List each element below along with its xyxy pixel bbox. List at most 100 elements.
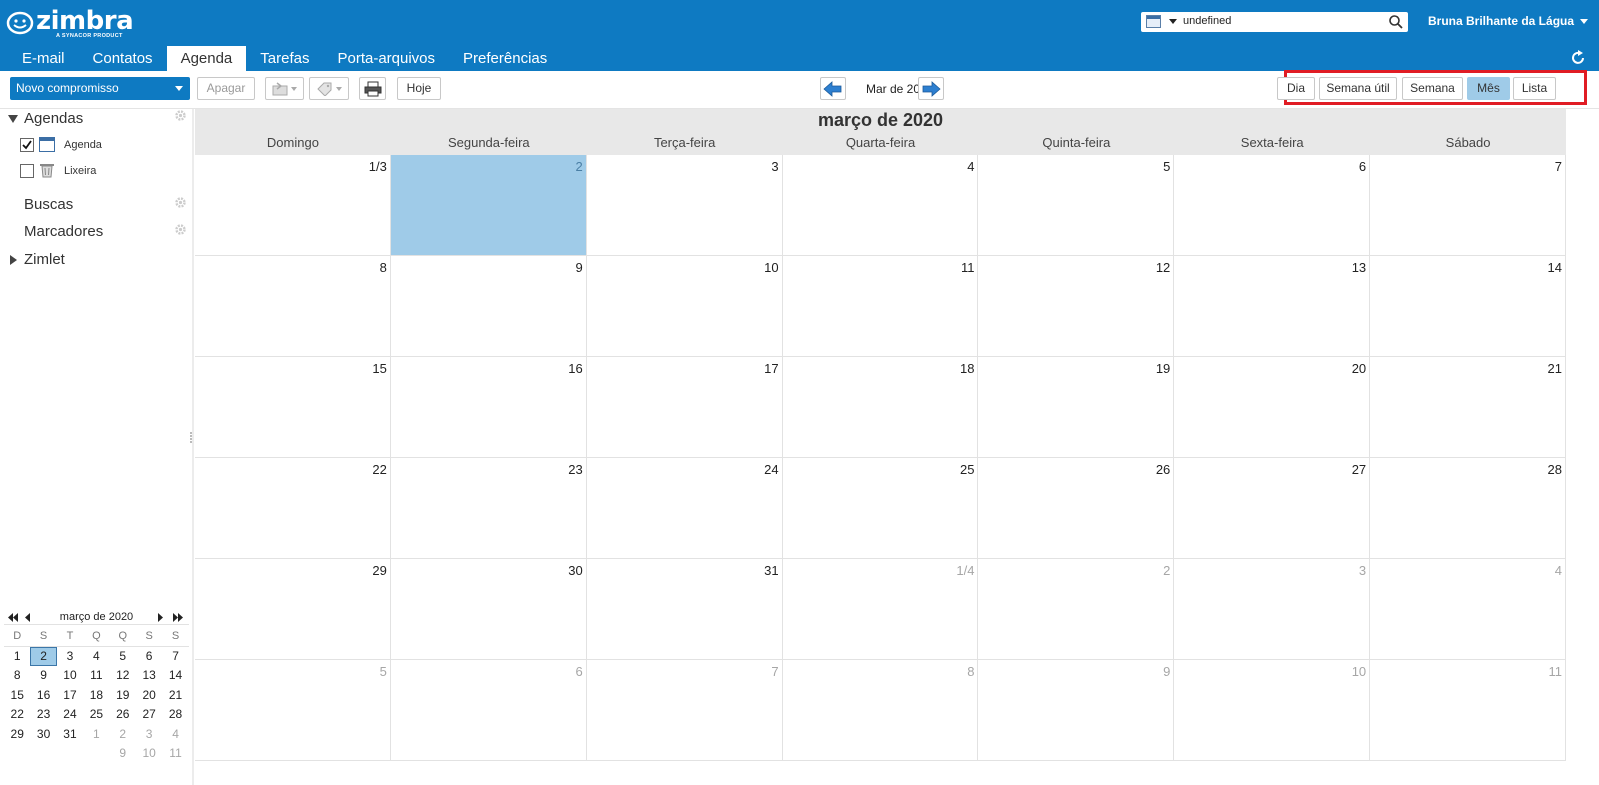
tags-section-header[interactable]: Marcadores	[0, 222, 192, 244]
day-cell[interactable]: 29	[195, 559, 391, 659]
mini-calendar-day[interactable]: 29	[4, 725, 30, 745]
mini-calendar-day[interactable]: 16	[30, 686, 56, 706]
day-cell[interactable]: 17	[587, 357, 783, 457]
day-cell-other-month[interactable]: 8	[783, 660, 979, 760]
day-cell[interactable]: 1/3	[195, 155, 391, 255]
tab-email[interactable]: E-mail	[0, 46, 79, 71]
day-cell-today[interactable]: 2	[390, 155, 587, 255]
mini-calendar-day[interactable]: 14	[162, 666, 188, 686]
calendar-item-trash[interactable]: Lixeira	[20, 162, 190, 180]
mini-calendar-day[interactable]: 2	[110, 725, 136, 745]
day-cell[interactable]: 28	[1370, 458, 1567, 558]
gear-icon[interactable]	[174, 196, 187, 209]
mini-calendar-day[interactable]: 1	[4, 647, 30, 667]
day-cell[interactable]: 3	[587, 155, 783, 255]
mini-calendar-day[interactable]: 31	[57, 725, 83, 745]
user-menu-caret-icon[interactable]	[1580, 19, 1588, 24]
day-cell-other-month[interactable]: 9	[978, 660, 1175, 760]
day-cell-other-month[interactable]: 5	[195, 660, 391, 760]
view-workweek-button[interactable]: Semana útil	[1319, 77, 1397, 100]
mini-calendar-day[interactable]: 27	[136, 705, 162, 725]
day-cell[interactable]: 25	[783, 458, 979, 558]
mini-calendar-day[interactable]: 26	[110, 705, 136, 725]
next-month-icon[interactable]	[156, 613, 164, 622]
user-menu[interactable]: Bruna Brilhante da Lágua	[1428, 14, 1574, 28]
day-cell[interactable]: 15	[195, 357, 391, 457]
day-cell[interactable]: 18	[783, 357, 979, 457]
day-cell[interactable]: 6	[1174, 155, 1371, 255]
day-cell[interactable]: 14	[1370, 256, 1567, 356]
day-cell-other-month[interactable]: 3	[1174, 559, 1371, 659]
day-cell[interactable]: 20	[1174, 357, 1371, 457]
expand-icon[interactable]	[10, 255, 17, 265]
resize-grip-icon[interactable]	[189, 431, 193, 445]
agenda-checkbox[interactable]	[20, 138, 34, 152]
tab-preferences[interactable]: Preferências	[449, 46, 561, 71]
next-month-button[interactable]	[918, 77, 944, 100]
zimbra-logo[interactable]: zimbra A SYNACOR PRODUCT	[6, 6, 136, 39]
day-cell[interactable]: 11	[783, 256, 979, 356]
day-cell[interactable]: 5	[978, 155, 1175, 255]
sidebar-splitter[interactable]	[192, 109, 194, 785]
day-cell[interactable]: 4	[783, 155, 979, 255]
day-cell[interactable]: 30	[391, 559, 587, 659]
chevron-down-icon[interactable]	[175, 86, 183, 91]
day-cell-other-month[interactable]: 4	[1370, 559, 1567, 659]
next-year-icon[interactable]	[172, 613, 184, 622]
gear-icon[interactable]	[174, 109, 187, 122]
mini-calendar-day[interactable]: 21	[162, 686, 188, 706]
mini-calendar-day[interactable]: 3	[57, 647, 83, 667]
mini-calendar-day[interactable]: 3	[136, 725, 162, 745]
searches-section-header[interactable]: Buscas	[0, 195, 192, 217]
mini-calendar-day[interactable]: 5	[110, 647, 136, 667]
day-cell[interactable]: 22	[195, 458, 391, 558]
mini-calendar-day[interactable]: 28	[162, 705, 188, 725]
day-cell-other-month[interactable]: 11	[1370, 660, 1567, 760]
day-cell[interactable]: 7	[1370, 155, 1567, 255]
mini-calendar-day[interactable]: 9	[30, 666, 56, 686]
day-cell[interactable]: 8	[195, 256, 391, 356]
day-cell-other-month[interactable]: 1/4	[783, 559, 979, 659]
view-day-button[interactable]: Dia	[1277, 77, 1315, 100]
day-cell[interactable]: 9	[391, 256, 587, 356]
mini-calendar-day[interactable]: 18	[83, 686, 109, 706]
mini-calendar-day[interactable]: 10	[57, 666, 83, 686]
mini-calendar-day[interactable]: 20	[136, 686, 162, 706]
mini-calendar-day[interactable]: 4	[83, 647, 109, 667]
mini-calendar-day[interactable]: 8	[4, 666, 30, 686]
mini-calendar-day[interactable]: 19	[110, 686, 136, 706]
mini-calendar-day[interactable]: 11	[162, 744, 188, 764]
previous-month-button[interactable]	[820, 77, 846, 100]
mini-calendar-day[interactable]: 24	[57, 705, 83, 725]
mini-calendar-day[interactable]	[83, 744, 109, 764]
day-cell-other-month[interactable]: 2	[978, 559, 1175, 659]
refresh-icon[interactable]	[1569, 49, 1587, 67]
tag-button[interactable]	[309, 77, 349, 100]
day-cell-other-month[interactable]: 7	[587, 660, 783, 760]
day-cell[interactable]: 26	[978, 458, 1175, 558]
mini-calendar-day[interactable]: 6	[136, 647, 162, 667]
day-cell[interactable]: 24	[587, 458, 783, 558]
tab-calendar[interactable]: Agenda	[166, 46, 247, 71]
search-input[interactable]: undefined	[1183, 15, 1231, 27]
day-cell[interactable]: 19	[978, 357, 1175, 457]
mini-calendar-day[interactable]: 30	[30, 725, 56, 745]
delete-button[interactable]: Apagar	[197, 77, 255, 100]
view-list-button[interactable]: Lista	[1513, 77, 1556, 100]
calendar-item-agenda[interactable]: Agenda	[20, 136, 190, 154]
mini-calendar-day[interactable]: 9	[110, 744, 136, 764]
day-cell[interactable]: 13	[1174, 256, 1371, 356]
day-cell[interactable]: 12	[978, 256, 1175, 356]
mini-calendar-day[interactable]: 11	[83, 666, 109, 686]
mini-calendar-day[interactable]: 4	[162, 725, 188, 745]
trash-checkbox[interactable]	[20, 164, 34, 178]
print-button[interactable]	[359, 77, 386, 100]
mini-calendar-day[interactable]: 12	[110, 666, 136, 686]
mini-calendar-day[interactable]: 23	[30, 705, 56, 725]
view-month-button[interactable]: Mês	[1467, 77, 1510, 100]
mini-calendar-day[interactable]: 13	[136, 666, 162, 686]
gear-icon[interactable]	[174, 223, 187, 236]
day-cell[interactable]: 23	[391, 458, 587, 558]
view-week-button[interactable]: Semana	[1402, 77, 1463, 100]
day-cell[interactable]: 16	[391, 357, 587, 457]
